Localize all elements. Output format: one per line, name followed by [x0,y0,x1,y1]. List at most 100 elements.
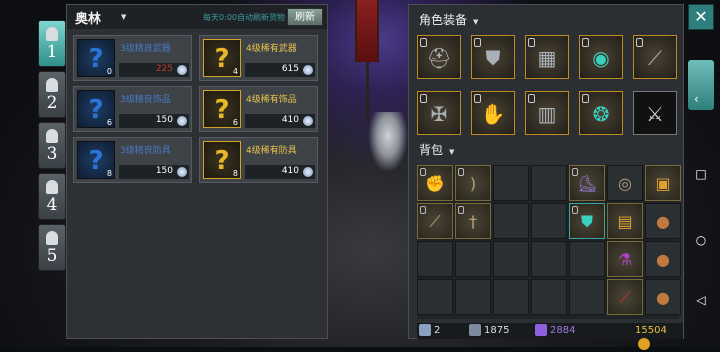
gem-icon [303,167,313,177]
bag-slot[interactable] [493,165,529,201]
bag-slot[interactable] [531,241,567,277]
boots-slot[interactable]: ✠ [417,91,461,135]
item-name: 3级精良饰品 [120,95,171,105]
pouch-icon: ● [656,288,670,307]
helmet-icon [46,230,58,245]
side-helmet-tab[interactable] [688,60,714,110]
shop-item[interactable]: ? 4 4级稀有武器 615 [199,35,318,81]
tab-5[interactable]: 5 [38,224,66,271]
armor-slot[interactable]: ⛊ [471,35,515,79]
bag-slot[interactable]: ● [645,203,681,239]
tab-1[interactable]: 1 [38,20,66,67]
shop-item[interactable]: ? 6 4级稀有饰品 410 [199,86,318,132]
item-price: 410 [281,166,299,176]
bag-slot[interactable] [493,203,529,239]
staff-icon: ⟋ [648,46,662,70]
shield-count: 1875 [469,324,509,338]
shop-item[interactable]: ? 6 3级精良饰品 150 [73,86,192,132]
bow-icon: ) [469,174,477,193]
bag-slot[interactable] [493,241,529,277]
shop-item[interactable]: ? 8 4级稀有防具 410 [199,137,318,183]
gem-icon [177,116,187,126]
bag-slot[interactable] [417,241,453,277]
gold-count: 15504 [635,324,683,350]
bag-slot[interactable] [417,279,453,315]
bag-slot[interactable]: ✊ [417,165,453,201]
chest-slot[interactable]: ▦ [525,35,569,79]
price-bar: 150 [119,114,189,128]
legs-slot[interactable]: ▥ [525,91,569,135]
bag-slot[interactable] [569,241,605,277]
item-price: 150 [155,115,173,125]
bag-slot[interactable]: ● [645,279,681,315]
chevron-down-icon[interactable]: ▼ [473,18,478,26]
shop-title: 奥林 [75,11,102,27]
tab-4[interactable]: 4 [38,173,66,220]
bag-slot[interactable]: ⛸ [569,165,605,201]
ring-icon: ◎ [618,174,632,193]
tab-number: 3 [46,143,58,164]
currency-bar: 2 1875 2884 15504 [417,323,683,350]
price-bar: 410 [245,114,315,128]
tab-2[interactable]: 2 [38,71,66,118]
chevron-down-icon[interactable]: ▼ [121,13,126,21]
shop-item[interactable]: ? 0 3级精良武器 225 [73,35,192,81]
bag-slot[interactable] [531,203,567,239]
weapon-slot[interactable]: ⚔ [633,91,677,135]
bag-slot[interactable]: ) [455,165,491,201]
pouch-icon: ● [656,250,670,269]
close-button[interactable]: ✕ [688,4,714,30]
home-icon[interactable]: ○ [693,232,709,248]
tab-number: 4 [46,194,58,215]
item-name: 3级精良防具 [120,146,171,156]
potion-icon: ⚗ [617,250,633,269]
bag-slot[interactable]: † [455,203,491,239]
ring-slot[interactable]: ◉ [579,35,623,79]
tab-3[interactable]: 3 [38,122,66,169]
item-price: 410 [281,115,299,125]
gauntlet-slot[interactable]: ✋ [471,91,515,135]
crystal-count: 2884 [535,324,575,338]
bag-slot[interactable] [493,279,529,315]
chevron-down-icon[interactable]: ▼ [449,148,454,156]
scroll-icon: ▤ [617,212,633,231]
bag-slot[interactable] [569,279,605,315]
bag-slot[interactable]: ● [645,241,681,277]
mystery-accessory-icon: ? 6 [77,90,115,128]
bag-slot[interactable]: ⚗ [607,241,643,277]
staff-slot[interactable]: ⟋ [633,35,677,79]
gem-icon [303,65,313,75]
refresh-button[interactable]: 刷新 [287,8,323,26]
shield-icon [469,324,481,336]
gauntlet-icon: ✊ [425,174,445,193]
bag-title: 背包 ▼ [419,143,455,157]
shop-item[interactable]: ? 8 3级精良防具 150 [73,137,192,183]
chevron-left-icon[interactable]: ‹ [694,92,699,106]
gem-icon [177,65,187,75]
back-icon[interactable]: ◁ [693,292,709,308]
bag-slot[interactable] [455,279,491,315]
bag-slot[interactable] [531,279,567,315]
bag-slot[interactable]: ◎ [607,165,643,201]
item-name: 4级稀有武器 [246,44,297,54]
recent-apps-icon[interactable]: □ [693,166,709,182]
bag-slot[interactable] [455,241,491,277]
bag-slot[interactable]: ⟋ [417,203,453,239]
bag-slot[interactable]: ▣ [645,165,681,201]
bag-slot[interactable]: ▤ [607,203,643,239]
price-bar: 410 [245,165,315,179]
item-price: 150 [155,166,173,176]
amulet-slot[interactable]: ❂ [579,91,623,135]
shop-panel: 奥林 ▼ 每天0:00自动刷新货物 刷新 ? 0 3级精良武器 225 ? 4 4级… [66,4,328,339]
equipment-title: 角色装备 ▼ [419,13,479,27]
refresh-note: 每天0:00自动刷新货物 [203,13,285,22]
bag-slot[interactable]: ⛊ [569,203,605,239]
price-bar: 615 [245,63,315,77]
bag-slot[interactable]: ⟋ [607,279,643,315]
gauntlet-icon: ✋ [480,102,506,126]
mystery-armor-icon: ? 8 [77,141,115,179]
bag-slot[interactable] [531,165,567,201]
ring-icon: ◉ [592,46,610,70]
helmet-slot[interactable]: ⛑ [417,35,461,79]
gem-icon [303,116,313,126]
